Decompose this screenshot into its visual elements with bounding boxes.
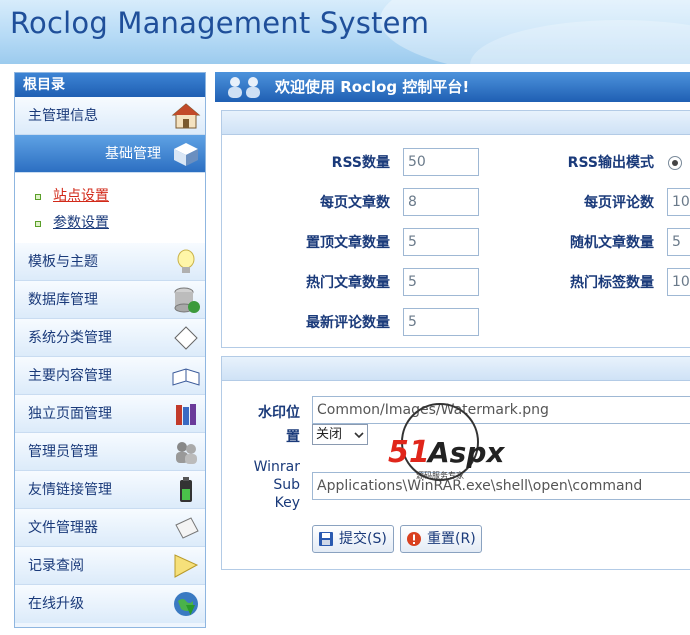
random-posts-input[interactable]: 5 — [667, 228, 690, 256]
hot-tags-input[interactable]: 10 — [667, 268, 690, 296]
submenu-item-param-settings: 参数设置 — [15, 210, 205, 237]
label-line: Winrar — [253, 459, 300, 475]
app-title: Roclog Management System — [10, 6, 430, 40]
panel-header — [222, 357, 690, 381]
reset-button[interactable]: 重置(R) — [400, 525, 482, 553]
bullet-icon — [35, 221, 41, 227]
latest-comments-label: 最新评论数量 — [306, 315, 390, 331]
sidebar-root-label: 根目录 — [15, 73, 205, 97]
submenu-item-site-settings: 站点设置 — [15, 183, 205, 210]
sidebar-item-label: 主管理信息 — [28, 108, 98, 124]
rss-mode-radio[interactable] — [668, 156, 682, 170]
sidebar-item-file-manager[interactable]: 文件管理器 — [15, 509, 205, 547]
sidebar-item-basic-management[interactable]: 基础管理 — [15, 135, 205, 173]
users-icon — [228, 77, 260, 98]
rss-count-label: RSS数量 — [331, 155, 390, 171]
sidebar-item-admins[interactable]: 管理员管理 — [15, 433, 205, 471]
button-label: 提交(S) — [339, 531, 387, 547]
submenu-link[interactable]: 参数设置 — [53, 215, 109, 231]
sidebar: 根目录 主管理信息 基础管理 站点设置 参数设置 模板与主题 数据库管理 系统分… — [14, 72, 206, 628]
sidebar-item-label: 独立页面管理 — [28, 406, 112, 422]
battery-icon — [180, 477, 192, 502]
winrar-key-label: Winrar Sub Key — [230, 458, 300, 512]
app-header: Roclog Management System — [0, 0, 690, 64]
per-page-posts-label: 每页文章数 — [320, 195, 390, 211]
header-divider — [0, 64, 690, 70]
svg-text:Aspx: Aspx — [426, 436, 505, 469]
watermark-select[interactable]: 关闭 — [312, 424, 368, 445]
sidebar-item-label: 系统分类管理 — [28, 330, 112, 346]
globe-icon — [174, 592, 198, 616]
sidebar-item-links[interactable]: 友情链接管理 — [15, 471, 205, 509]
chevron-down-icon — [354, 432, 364, 439]
sticky-posts-label: 置顶文章数量 — [306, 235, 390, 251]
random-posts-label: 随机文章数量 — [570, 235, 654, 251]
sidebar-item-database[interactable]: 数据库管理 — [15, 281, 205, 319]
per-page-posts-input[interactable]: 8 — [403, 188, 479, 216]
svg-text:51: 51 — [388, 435, 430, 470]
rss-count-input[interactable]: 50 — [403, 148, 479, 176]
open-book-icon — [172, 368, 200, 386]
bullet-icon — [35, 194, 41, 200]
sidebar-item-label: 模板与主题 — [28, 254, 98, 270]
hot-posts-input[interactable]: 5 — [403, 268, 479, 296]
hot-tags-label: 热门标签数量 — [570, 275, 654, 291]
file-icon — [175, 517, 199, 539]
sidebar-item-logs[interactable]: 记录查阅 — [15, 547, 205, 585]
sidebar-item-label: 记录查阅 — [28, 558, 84, 574]
submenu-link[interactable]: 站点设置 — [53, 188, 109, 204]
books-icon — [176, 404, 196, 425]
sidebar-item-label: 基础管理 — [105, 146, 161, 162]
house-icon — [171, 103, 201, 129]
cube-icon — [174, 143, 198, 166]
button-label: 重置(R) — [427, 531, 476, 547]
watermark-position-label: 水印位 置 — [240, 402, 300, 446]
database-icon — [174, 287, 200, 313]
sidebar-item-label: 在线升级 — [28, 596, 84, 612]
sidebar-item-label: 主要内容管理 — [28, 368, 112, 384]
label-line: 水印位 — [258, 405, 300, 421]
sidebar-item-label: 管理员管理 — [28, 444, 98, 460]
select-value: 关闭 — [316, 427, 343, 442]
sidebar-item-label: 友情链接管理 — [28, 482, 112, 498]
welcome-title: 欢迎使用 Roclog 控制平台! — [275, 78, 470, 96]
latest-comments-input[interactable]: 5 — [403, 308, 479, 336]
submit-button[interactable]: 提交(S) — [312, 525, 394, 553]
label-line: 置 — [286, 429, 300, 445]
pencil-icon — [174, 554, 199, 578]
panel-header — [222, 111, 690, 135]
sidebar-submenu: 站点设置 参数设置 — [15, 173, 205, 243]
sidebar-item-upgrade[interactable]: 在线升级 — [15, 585, 205, 623]
floppy-disk-icon — [319, 532, 333, 546]
sidebar-item-content[interactable]: 主要内容管理 — [15, 357, 205, 395]
lightbulb-icon — [177, 249, 195, 273]
per-page-comments-label: 每页评论数 — [584, 195, 654, 211]
rss-mode-label: RSS输出模式 — [567, 155, 654, 171]
sidebar-item-label: 数据库管理 — [28, 292, 98, 308]
sidebar-item-label: 文件管理器 — [28, 520, 98, 536]
sidebar-item-templates[interactable]: 模板与主题 — [15, 243, 205, 281]
hot-posts-label: 热门文章数量 — [306, 275, 390, 291]
per-page-comments-input[interactable]: 10 — [667, 188, 690, 216]
label-line: Sub — [273, 477, 300, 493]
tag-icon — [174, 326, 198, 350]
sidebar-item-pages[interactable]: 独立页面管理 — [15, 395, 205, 433]
label-line: Key — [274, 495, 300, 511]
main-title-bar: 欢迎使用 Roclog 控制平台! — [215, 72, 690, 102]
brand-logo-overlay: 51 Aspx 源码服务专家 — [388, 403, 505, 481]
users-icon — [176, 442, 197, 464]
svg-text:源码服务专家: 源码服务专家 — [416, 470, 464, 480]
sidebar-item-categories[interactable]: 系统分类管理 — [15, 319, 205, 357]
sidebar-item-main-info[interactable]: 主管理信息 — [15, 97, 205, 135]
sticky-posts-input[interactable]: 5 — [403, 228, 479, 256]
alert-icon — [407, 532, 421, 546]
